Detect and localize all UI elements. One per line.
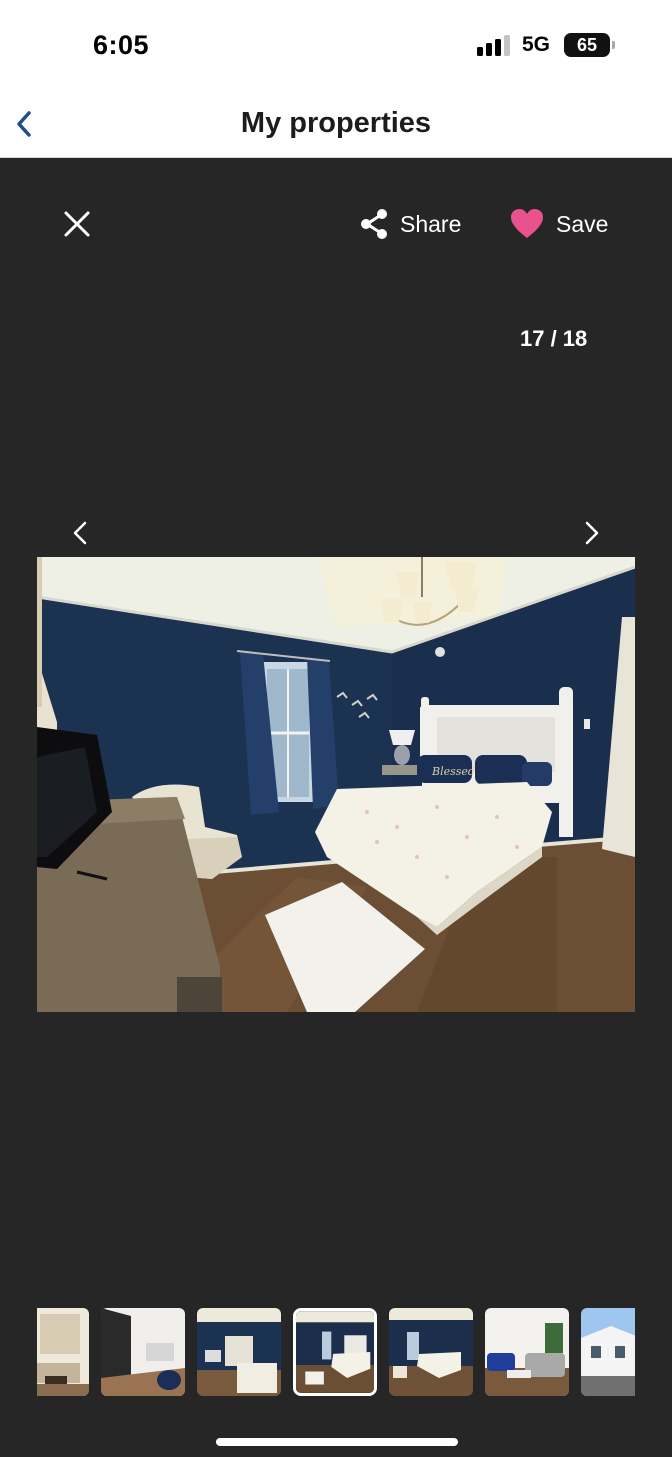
home-indicator <box>216 1438 458 1446</box>
heart-icon <box>511 209 543 238</box>
thumbnail[interactable] <box>197 1308 281 1396</box>
battery-icon: 65 <box>564 33 615 57</box>
thumbnail-image <box>37 1308 89 1396</box>
thumbnail[interactable] <box>37 1308 89 1396</box>
thumbnail-strip <box>37 1308 635 1396</box>
photo-counter: 17 / 18 <box>520 326 588 351</box>
thumbnail[interactable] <box>389 1308 473 1396</box>
chevron-left-icon <box>73 521 87 545</box>
svg-text:Blessed: Blessed <box>431 765 475 778</box>
main-photo[interactable]: Blessed <box>37 557 635 1012</box>
nav-bar: My properties <box>0 90 672 158</box>
close-icon <box>64 211 90 237</box>
close-button[interactable] <box>58 205 96 243</box>
network-type: 5G <box>522 33 551 56</box>
signal-strength-icon <box>477 34 513 56</box>
share-icon <box>361 209 387 239</box>
bedroom-photo-image: Blessed <box>37 557 635 1012</box>
thumbnail-image <box>581 1308 635 1396</box>
status-bar: 6:05 5G 65 <box>0 0 672 90</box>
thumbnail-active[interactable] <box>293 1308 377 1396</box>
thumbnail-image <box>101 1308 185 1396</box>
photo-viewer: Share Save 17 / 18 Blessed <box>0 158 672 1457</box>
thumbnail-image <box>197 1308 281 1396</box>
page-title: My properties <box>240 107 432 139</box>
thumbnail[interactable] <box>485 1308 569 1396</box>
thumbnail-image <box>389 1308 473 1396</box>
next-photo-button[interactable] <box>578 516 606 550</box>
thumbnail[interactable] <box>101 1308 185 1396</box>
previous-photo-button[interactable] <box>66 516 94 550</box>
chevron-right-icon <box>585 521 599 545</box>
save-button[interactable]: Save <box>510 204 608 244</box>
thumbnail-image <box>296 1311 374 1393</box>
save-label: Save <box>556 210 609 237</box>
share-button[interactable]: Share <box>358 204 461 244</box>
clock: 6:05 <box>93 30 150 60</box>
thumbnail-image <box>485 1308 569 1396</box>
thumbnail[interactable] <box>581 1308 635 1396</box>
share-label: Share <box>400 210 462 237</box>
